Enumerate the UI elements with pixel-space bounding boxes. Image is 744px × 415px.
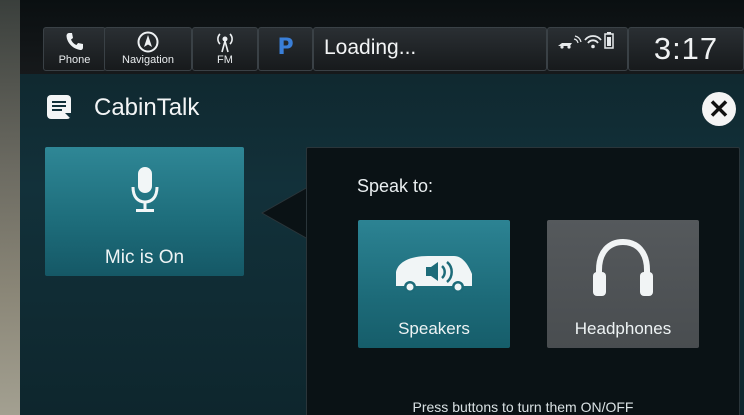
close-icon: ✕	[708, 94, 730, 124]
mic-toggle-button[interactable]: Mic is On	[45, 147, 244, 276]
status-bar: Phone Navigation FM P Loading... 3:17	[20, 0, 744, 74]
background-photo-edge	[0, 0, 20, 415]
now-playing-bar[interactable]: Loading...	[313, 27, 547, 71]
pandora-icon: P	[277, 35, 294, 60]
callout-arrow	[260, 186, 309, 240]
phone-icon	[44, 30, 105, 54]
microphone-icon	[131, 167, 159, 212]
head-unit-screen: Phone Navigation FM P Loading... 3:17 Ca…	[20, 0, 744, 415]
phone-label: Phone	[58, 54, 91, 66]
navigation-icon	[105, 30, 191, 54]
wifi-icon	[584, 35, 602, 49]
speak-to-panel: Speak to: Speakers Headphones Press butt…	[306, 147, 740, 415]
battery-icon	[604, 32, 614, 49]
phone-button[interactable]: Phone	[43, 27, 106, 71]
speakers-button[interactable]: Speakers	[358, 220, 510, 348]
page-title: CabinTalk	[94, 94, 200, 121]
headphones-label: Headphones	[574, 319, 672, 338]
speak-to-heading: Speak to:	[357, 176, 434, 196]
speakers-label: Speakers	[398, 319, 470, 338]
clock-time: 3:17	[653, 31, 719, 66]
close-button[interactable]: ✕	[702, 92, 736, 126]
now-playing-text: Loading...	[324, 36, 417, 59]
headphones-icon	[593, 238, 653, 296]
navigation-label: Navigation	[122, 54, 174, 66]
instruction-text: Press buttons to turn them ON/OFF	[412, 399, 634, 415]
cabintalk-icon	[47, 95, 75, 121]
mic-status-label: Mic is On	[104, 247, 185, 268]
vehicle-signal-icon	[558, 35, 582, 49]
fm-label: FM	[217, 54, 233, 66]
clock: 3:17	[628, 27, 744, 71]
car-speaker-icon	[396, 256, 472, 293]
status-indicators	[547, 27, 628, 71]
fm-button[interactable]: FM	[192, 27, 258, 71]
fm-radio-icon	[193, 30, 257, 54]
navigation-button[interactable]: Navigation	[104, 27, 192, 71]
pandora-button[interactable]: P	[258, 27, 313, 71]
headphones-button[interactable]: Headphones	[547, 220, 699, 348]
